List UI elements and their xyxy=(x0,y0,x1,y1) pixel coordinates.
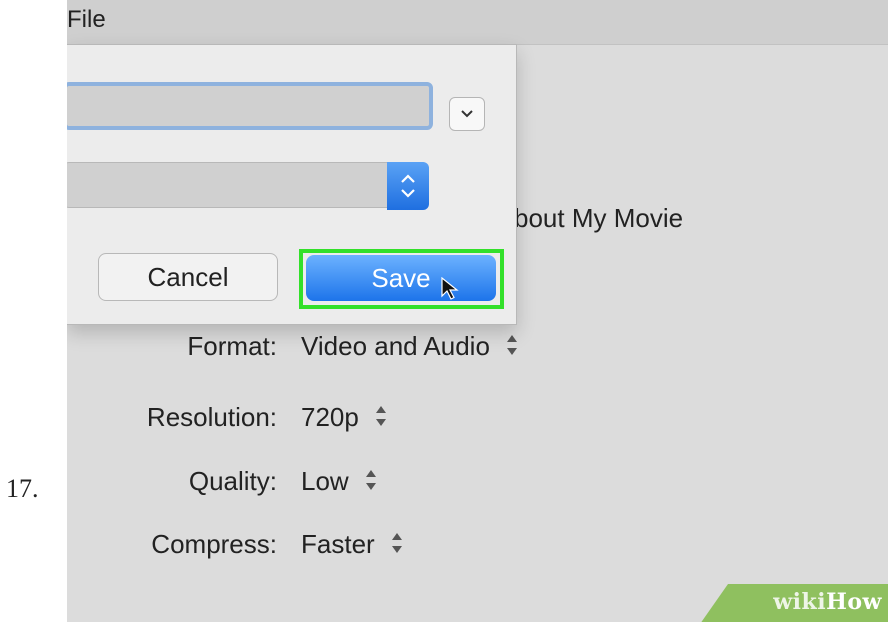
stepper-icon xyxy=(506,331,518,359)
stepper-icon xyxy=(375,402,387,430)
screenshot-area: File bout My Movie Format: Video and Aud… xyxy=(67,0,888,622)
menu-bar: File xyxy=(67,0,888,45)
save-button[interactable]: Save xyxy=(306,255,496,301)
setting-row-format: Format: Video and Audio xyxy=(67,331,667,367)
save-dialog: Cancel Save xyxy=(67,44,517,325)
stepper-icon xyxy=(391,529,403,557)
format-popup[interactable]: Video and Audio xyxy=(301,331,518,362)
quality-popup[interactable]: Low xyxy=(301,466,377,497)
format-value: Video and Audio xyxy=(301,331,490,361)
quality-label: Quality: xyxy=(188,466,277,496)
resolution-label: Resolution: xyxy=(146,402,277,432)
stepper-icon xyxy=(365,466,377,494)
compress-value: Faster xyxy=(301,529,375,559)
save-as-field[interactable] xyxy=(67,82,433,130)
expand-dialog-button[interactable] xyxy=(449,97,485,131)
setting-row-resolution: Resolution: 720p xyxy=(67,402,667,438)
resolution-popup[interactable]: 720p xyxy=(301,402,387,433)
where-location-popup[interactable] xyxy=(67,162,428,208)
compress-label: Compress: xyxy=(151,529,277,559)
movie-title-partial: bout My Movie xyxy=(514,203,684,233)
compress-popup[interactable]: Faster xyxy=(301,529,403,560)
watermark-how: How xyxy=(826,589,882,615)
format-label: Format: xyxy=(187,331,277,361)
location-popup-arrows[interactable] xyxy=(387,162,429,210)
cancel-button[interactable]: Cancel xyxy=(98,253,278,301)
up-down-chevron-icon xyxy=(401,174,415,198)
wikihow-watermark: wikiHow xyxy=(700,584,888,622)
setting-row-quality: Quality: Low xyxy=(67,466,667,502)
quality-value: Low xyxy=(301,466,349,496)
resolution-value: 720p xyxy=(301,402,359,432)
menu-file[interactable]: File xyxy=(67,6,106,34)
step-number: 17. xyxy=(6,474,39,503)
mouse-cursor-icon xyxy=(441,277,459,300)
chevron-down-icon xyxy=(461,110,473,118)
setting-row-compress: Compress: Faster xyxy=(67,529,667,565)
watermark-wiki: wiki xyxy=(773,589,827,615)
